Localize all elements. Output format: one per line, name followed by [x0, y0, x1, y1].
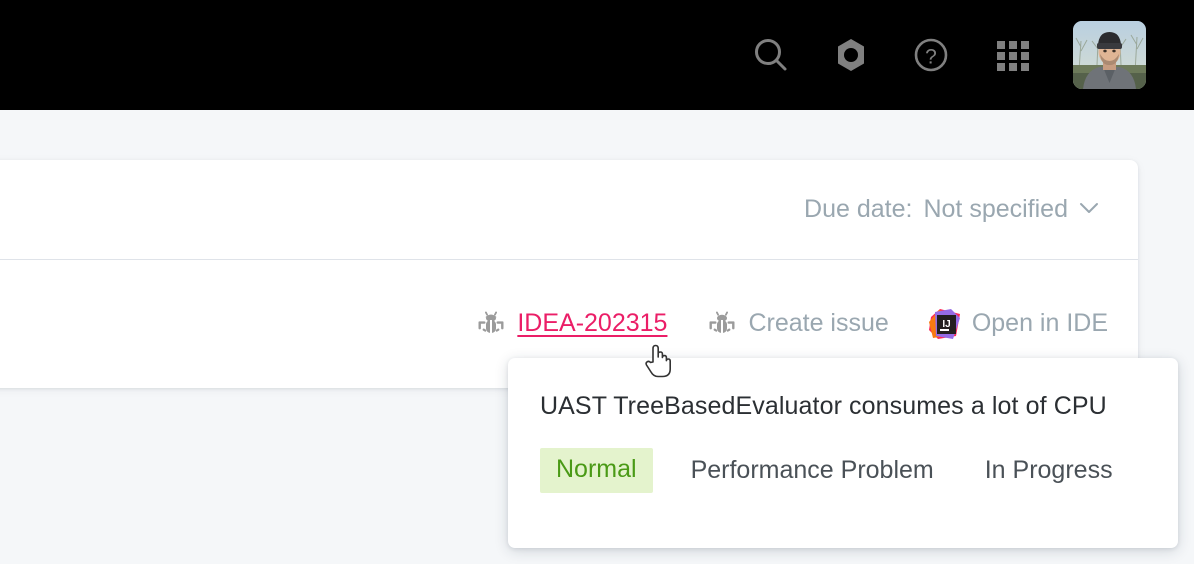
issue-link-idea-202315[interactable]: IDEA-202315	[476, 309, 667, 339]
due-date-value-text: Not specified	[923, 195, 1068, 223]
create-issue-label: Create issue	[748, 309, 889, 337]
create-issue-button[interactable]: Create issue	[707, 309, 889, 339]
priority-badge: Normal	[540, 448, 653, 493]
open-in-ide-button[interactable]: IJ Open in IDE	[928, 308, 1108, 340]
svg-text:IJ: IJ	[942, 319, 950, 330]
issue-summary-text: UAST TreeBasedEvaluator consumes a lot o…	[540, 392, 1107, 420]
help-icon[interactable]: ?	[909, 33, 953, 77]
bug-icon	[707, 309, 737, 339]
search-icon[interactable]	[749, 33, 793, 77]
due-date-row: Due date: Not specified	[0, 160, 1138, 260]
user-avatar[interactable]	[1073, 21, 1146, 89]
issue-link-label: IDEA-202315	[517, 309, 668, 337]
topbar-actions: ?	[749, 21, 1146, 89]
intellij-idea-icon: IJ	[928, 308, 961, 340]
top-navigation-bar: ?	[0, 0, 1194, 110]
due-date-value-dropdown[interactable]: Not specified	[923, 195, 1100, 224]
open-in-ide-label: Open in IDE	[971, 309, 1108, 337]
apps-grid-icon[interactable]	[989, 33, 1033, 77]
due-date-label: Due date:	[804, 195, 913, 223]
issue-attributes: Normal Performance Problem In Progress	[540, 448, 1146, 493]
issue-state-label: In Progress	[984, 456, 1113, 484]
settings-nut-icon[interactable]	[829, 33, 873, 77]
issue-preview-popup: UAST TreeBasedEvaluator consumes a lot o…	[508, 358, 1178, 548]
issue-detail-card: Due date: Not specified IDEA-202315 Crea…	[0, 160, 1138, 388]
issue-links: IDEA-202315 Create issue IJ Open in IDE	[476, 308, 1108, 340]
chevron-down-icon	[1078, 193, 1100, 222]
issue-type-label: Performance Problem	[690, 456, 934, 484]
bug-icon	[476, 309, 506, 339]
due-date-field: Due date: Not specified	[804, 195, 1100, 224]
svg-text:?: ?	[925, 46, 937, 69]
